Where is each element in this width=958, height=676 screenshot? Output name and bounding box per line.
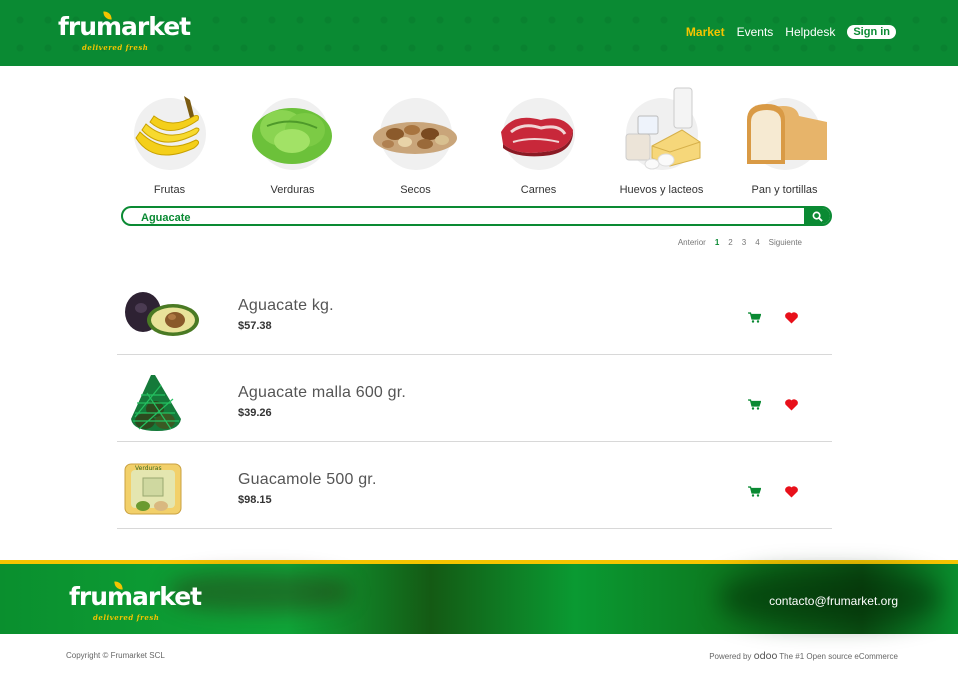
product-name[interactable]: Aguacate malla 600 gr. (238, 384, 406, 402)
category-label: Frutas (153, 184, 186, 196)
product-image[interactable] (121, 373, 201, 431)
pagination: Anterior 1 2 3 4 Siguiente (678, 238, 802, 247)
search-input[interactable] (123, 210, 803, 224)
category-label: Secos (400, 184, 431, 196)
pager-page-1[interactable]: 1 (715, 238, 719, 247)
search-icon (812, 211, 823, 222)
nav-events[interactable]: Events (737, 25, 774, 39)
nuts-icon (372, 122, 457, 154)
category-image (251, 98, 332, 170)
pager-page-4[interactable]: 4 (755, 238, 759, 247)
search-button[interactable] (804, 208, 830, 224)
powered-prefix: Powered by (709, 652, 752, 661)
site-header: frumarket delivered fresh Market Events … (0, 0, 958, 66)
odoo-logo[interactable]: odoo (754, 651, 778, 662)
logo-wordmark: frumarket (69, 582, 202, 611)
powered-by: Powered by odoo The #1 Open source eComm… (709, 651, 898, 662)
heart-icon[interactable] (784, 485, 799, 503)
copyright-text: Copyright © Frumarket SCL (66, 651, 165, 660)
category-label: Huevos y lacteos (619, 184, 704, 196)
nav-helpdesk[interactable]: Helpdesk (785, 25, 835, 39)
nav-market[interactable]: Market (686, 25, 725, 39)
guacamole-image: Verduras (124, 463, 182, 515)
cart-icon[interactable] (748, 310, 762, 328)
dairy-icon (625, 87, 700, 170)
category-pan-tortillas[interactable]: Pan y tortillas (727, 84, 842, 196)
category-carnes[interactable]: Carnes (481, 84, 596, 196)
category-image (746, 98, 827, 170)
product-name[interactable]: Aguacate kg. (238, 297, 334, 315)
category-label: Pan y tortillas (751, 184, 818, 196)
category-list: Frutas Verduras Secos Carnes Huevos y la… (112, 84, 842, 196)
category-frutas[interactable]: Frutas (112, 84, 227, 196)
logo-tagline: delivered fresh (93, 613, 160, 622)
product-image[interactable] (121, 286, 201, 341)
category-image (500, 98, 575, 170)
bread-icon (746, 104, 827, 164)
pager-page-2[interactable]: 2 (728, 238, 732, 247)
category-label: Carnes (520, 184, 557, 196)
avocado-mesh-image (131, 375, 181, 431)
product-row: Aguacate malla 600 gr. $39.26 (117, 355, 832, 442)
svg-text:Verduras: Verduras (135, 465, 162, 472)
category-verduras[interactable]: Verduras (235, 84, 350, 196)
category-image (133, 96, 206, 170)
product-name[interactable]: Guacamole 500 gr. (238, 471, 377, 489)
product-price: $39.26 (238, 407, 272, 419)
category-image (625, 87, 700, 170)
product-price: $57.38 (238, 320, 272, 332)
product-price: $98.15 (238, 494, 272, 506)
cart-icon[interactable] (748, 397, 762, 415)
powered-suffix: The #1 Open source eCommerce (779, 652, 898, 661)
product-row: Aguacate kg. $57.38 (117, 268, 832, 355)
logo-tagline: delivered fresh (82, 43, 149, 52)
logo-wordmark: frumarket (58, 12, 191, 41)
meat-icon (500, 117, 573, 157)
avocado-image (125, 292, 199, 336)
product-image[interactable]: Verduras (121, 460, 201, 515)
frumarket-logo[interactable]: frumarket delivered fresh (58, 10, 191, 54)
category-huevos-lacteos[interactable]: Huevos y lacteos (604, 84, 719, 196)
product-list: Aguacate kg. $57.38 Aguacate malla 600 g… (117, 268, 832, 529)
search-bar (121, 206, 832, 226)
heart-icon[interactable] (784, 398, 799, 416)
contact-email-link[interactable]: contacto@frumarket.org (769, 594, 898, 608)
main-nav: Market Events Helpdesk Sign in (686, 25, 896, 39)
pager-next[interactable]: Siguiente (769, 238, 802, 247)
banana-icon (134, 96, 199, 156)
lettuce-icon (251, 108, 332, 164)
heart-icon[interactable] (784, 311, 799, 329)
footer-logo[interactable]: frumarket delivered fresh (69, 580, 202, 624)
category-image (372, 98, 457, 170)
pager-prev[interactable]: Anterior (678, 238, 706, 247)
category-secos[interactable]: Secos (358, 84, 473, 196)
cart-icon[interactable] (748, 484, 762, 502)
site-footer: frumarket delivered fresh contacto@fruma… (0, 560, 958, 634)
product-row: Verduras Guacamole 500 gr. $98.15 (117, 442, 832, 529)
category-label: Verduras (270, 184, 315, 196)
sign-in-button[interactable]: Sign in (847, 25, 896, 39)
pager-page-3[interactable]: 3 (742, 238, 746, 247)
